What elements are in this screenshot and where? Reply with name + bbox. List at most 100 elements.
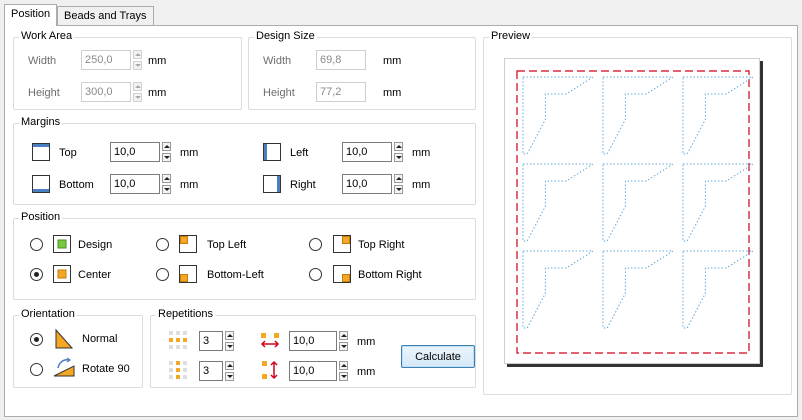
tab-panel-position: Work Area Width 250,0 mm Height 300,0 mm…	[4, 25, 798, 417]
spin-up-icon[interactable]	[133, 50, 142, 59]
preview-group: Preview	[483, 30, 792, 395]
vertical-spacing-value[interactable]: 10,0	[289, 361, 337, 381]
spin-up-icon[interactable]	[225, 331, 234, 340]
design-size-group: Design Size Width 69,8 mm Height 77,2 mm	[248, 30, 476, 110]
position-top-right-icon	[333, 235, 351, 253]
position-bottom-left-label: Bottom-Left	[207, 269, 264, 281]
preview-design-outline	[522, 163, 595, 242]
design-width-value: 69,8	[316, 50, 366, 70]
design-width-label: Width	[263, 55, 292, 67]
design-height-label: Height	[263, 87, 295, 99]
spin-up-icon[interactable]	[394, 142, 403, 151]
design-height-value: 77,2	[316, 82, 366, 102]
position-bottom-right-icon	[333, 265, 351, 283]
preview-design-outline	[602, 250, 675, 329]
position-bottom-left-radio[interactable]	[156, 268, 169, 281]
spin-up-icon[interactable]	[394, 174, 403, 183]
position-design-label: Design	[78, 239, 113, 251]
rows-grid-icon	[169, 361, 187, 379]
work-area-title: Work Area	[19, 30, 75, 42]
margin-right-icon	[263, 175, 281, 193]
position-bottom-left-icon	[179, 265, 197, 283]
spin-down-icon[interactable]	[162, 153, 171, 162]
margin-right-label: Right	[290, 179, 316, 191]
orientation-rotate-icon	[53, 357, 75, 377]
preview-design-outline	[682, 163, 755, 242]
tab-beads-and-trays[interactable]: Beads and Trays	[57, 6, 154, 26]
work-area-height-label: Height	[28, 87, 60, 99]
margin-left-icon	[263, 143, 281, 161]
margin-right-unit: mm	[412, 179, 431, 191]
spin-up-icon[interactable]	[339, 361, 348, 370]
position-top-right-radio[interactable]	[309, 238, 322, 251]
position-group: Position Design Top Left Top Right Cente…	[13, 211, 476, 300]
margins-group: Margins Top 10,0 mm Bottom 10,0 mm Left …	[13, 116, 476, 205]
margin-bottom-value[interactable]: 10,0	[110, 174, 160, 194]
margin-bottom-unit: mm	[180, 179, 199, 191]
position-center-radio[interactable]	[30, 268, 43, 281]
spin-down-icon[interactable]	[133, 61, 142, 70]
margin-top-icon	[32, 143, 50, 161]
position-design-icon	[53, 235, 71, 253]
margin-top-unit: mm	[180, 147, 199, 159]
margin-top-value[interactable]: 10,0	[110, 142, 160, 162]
spin-down-icon[interactable]	[394, 153, 403, 162]
position-bottom-right-label: Bottom Right	[358, 269, 422, 281]
position-top-right-label: Top Right	[358, 239, 405, 251]
design-width-unit: mm	[383, 55, 402, 67]
work-area-group: Work Area Width 250,0 mm Height 300,0 mm	[13, 30, 242, 110]
orientation-group: Orientation Normal Rotate 90	[13, 308, 143, 388]
orientation-normal-label: Normal	[82, 333, 118, 345]
calculate-button[interactable]: Calculate	[401, 345, 475, 368]
work-area-width-value[interactable]: 250,0	[81, 50, 131, 70]
preview-design-outline	[602, 163, 675, 242]
spin-down-icon[interactable]	[225, 372, 234, 381]
preview-design-outline	[522, 76, 595, 155]
spin-up-icon[interactable]	[162, 142, 171, 151]
horizontal-spacing-value[interactable]: 10,0	[289, 331, 337, 351]
margin-right-value[interactable]: 10,0	[342, 174, 392, 194]
work-area-height-value[interactable]: 300,0	[81, 82, 131, 102]
work-area-width-unit: mm	[148, 55, 167, 67]
preview-title: Preview	[489, 30, 533, 42]
orientation-rotate-label: Rotate 90	[82, 363, 130, 375]
spin-down-icon[interactable]	[339, 342, 348, 351]
repetitions-rows-value[interactable]: 3	[199, 361, 223, 381]
repetitions-cols-value[interactable]: 3	[199, 331, 223, 351]
spin-up-icon[interactable]	[225, 361, 234, 370]
preview-canvas	[516, 70, 755, 354]
spin-down-icon[interactable]	[394, 185, 403, 194]
spin-down-icon[interactable]	[225, 342, 234, 351]
design-height-unit: mm	[383, 87, 402, 99]
preview-design-outline	[522, 250, 595, 329]
orientation-normal-icon	[55, 328, 74, 349]
repetitions-group: Repetitions 3 10,0 mm 3 10,0 mm Calculat…	[150, 308, 476, 388]
position-design-radio[interactable]	[30, 238, 43, 251]
margin-bottom-icon	[32, 175, 50, 193]
design-size-title: Design Size	[254, 30, 317, 42]
preview-design-outline	[682, 250, 755, 329]
margin-bottom-label: Bottom	[59, 179, 94, 191]
orientation-normal-radio[interactable]	[30, 333, 43, 346]
spin-down-icon[interactable]	[162, 185, 171, 194]
position-center-label: Center	[78, 269, 112, 281]
spin-up-icon[interactable]	[339, 331, 348, 340]
position-top-left-radio[interactable]	[156, 238, 169, 251]
margin-left-value[interactable]: 10,0	[342, 142, 392, 162]
horizontal-spacing-unit: mm	[357, 336, 376, 348]
position-bottom-right-radio[interactable]	[309, 268, 322, 281]
spin-up-icon[interactable]	[162, 174, 171, 183]
columns-grid-icon	[169, 331, 187, 349]
spin-down-icon[interactable]	[133, 93, 142, 102]
margins-title: Margins	[19, 116, 63, 128]
position-title: Position	[19, 211, 63, 223]
spin-up-icon[interactable]	[133, 82, 142, 91]
orientation-rotate-radio[interactable]	[30, 363, 43, 376]
spin-down-icon[interactable]	[339, 372, 348, 381]
margin-left-unit: mm	[412, 147, 431, 159]
vertical-spacing-unit: mm	[357, 366, 376, 378]
position-center-icon	[53, 265, 71, 283]
tab-position[interactable]: Position	[4, 4, 58, 26]
vertical-spacing-icon	[262, 360, 278, 380]
preview-paper	[504, 58, 760, 364]
